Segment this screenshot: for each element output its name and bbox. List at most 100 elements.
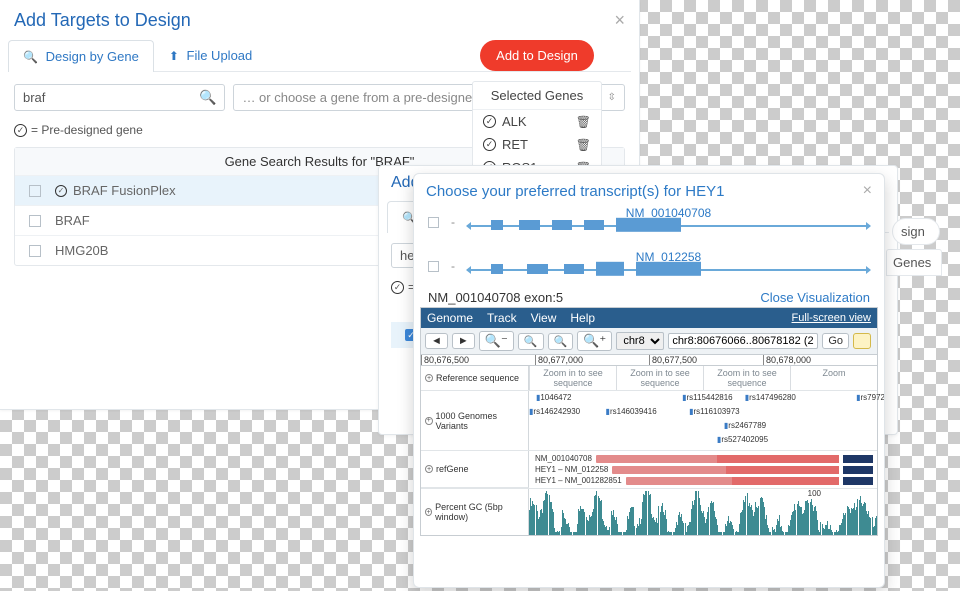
zoom-out-icon[interactable]: 🔍 xyxy=(518,333,544,350)
peek-design-button[interactable]: sign xyxy=(892,218,940,245)
gb-toolbar: ◄ ► 🔍⁻ 🔍 🔍 🔍⁺ chr8 Go xyxy=(421,328,877,355)
track-refgene: +refGene NM_001040708 HEY1 – NM_012258 H… xyxy=(421,451,877,489)
gene-name: ALK xyxy=(502,114,527,129)
variant-id: rs146039416 xyxy=(610,407,657,416)
check-circle-icon xyxy=(391,281,404,294)
gene-search-input[interactable] xyxy=(23,90,199,105)
refgene-id: HEY1 – NM_012258 xyxy=(535,465,608,474)
track-toggle-icon[interactable]: + xyxy=(425,465,433,473)
genome-browser: Genome Track View Help Full-screen view … xyxy=(420,307,878,536)
tab-label: Design by Gene xyxy=(46,49,139,64)
track-label-text: 1000 Genomes Variants xyxy=(436,411,524,431)
ruler-tick: 80,678,000 xyxy=(763,355,877,365)
viz-context-label: NM_001040708 exon:5 xyxy=(428,290,563,305)
track-toggle-icon[interactable]: + xyxy=(425,417,433,425)
tab-design-by-gene[interactable]: 🔍 Design by Gene xyxy=(8,40,154,72)
ruler-tick: 80,677,500 xyxy=(649,355,763,365)
check-circle-icon xyxy=(55,185,67,197)
search-icon[interactable]: 🔍 xyxy=(199,89,216,106)
refgene-id: HEY1 – NM_001282851 xyxy=(535,476,622,485)
zoom-in-big-icon[interactable]: 🔍⁺ xyxy=(577,331,612,351)
gb-menu-help[interactable]: Help xyxy=(570,311,595,325)
transcript-row[interactable]: - NM_012258 xyxy=(414,248,884,284)
track-label-text: Percent GC (5bp window) xyxy=(435,502,524,522)
refgene-id: NM_001040708 xyxy=(535,454,592,463)
track-label-text: refGene xyxy=(436,464,469,474)
transcript-row[interactable]: - NM_001040708 xyxy=(414,204,884,240)
chevron-updown-icon: ⇳ xyxy=(608,92,616,103)
upload-icon: ⬆ xyxy=(169,49,179,63)
trash-icon[interactable]: 🗑 xyxy=(576,138,591,152)
add-to-design-button[interactable]: Add to Design xyxy=(480,40,594,71)
zoom-msg: Zoom xyxy=(790,366,877,390)
track-label-text: Reference sequence xyxy=(436,373,519,383)
variant-id: 1046472 xyxy=(540,393,571,402)
zoom-msg: Zoom in to see sequence xyxy=(529,366,616,390)
check-circle-icon xyxy=(483,138,496,151)
zoom-out-big-icon[interactable]: 🔍⁻ xyxy=(479,331,514,351)
close-icon[interactable]: × xyxy=(614,10,625,31)
gene-search-input-wrap[interactable]: 🔍 xyxy=(14,84,225,111)
transcript-checkbox[interactable] xyxy=(428,217,439,228)
chrom-select[interactable]: chr8 xyxy=(616,332,664,350)
refgene-row: HEY1 – NM_001282851 xyxy=(531,475,843,486)
selected-genes-header: Selected Genes xyxy=(473,82,601,110)
refgene-row: HEY1 – NM_012258 xyxy=(531,464,843,475)
zoom-msg: Zoom in to see sequence xyxy=(703,366,790,390)
gb-menubar: Genome Track View Help Full-screen view xyxy=(421,308,877,328)
highlight-icon[interactable] xyxy=(853,333,871,349)
transcript-diagram: NM_001040708 xyxy=(467,208,870,236)
selected-gene-row: ALK 🗑 xyxy=(473,110,601,133)
result-name: BRAF FusionPlex xyxy=(73,183,176,198)
modal-title: Choose your preferred transcript(s) for … xyxy=(426,183,724,200)
variant-id: rs7972 xyxy=(861,393,885,402)
zoom-in-icon[interactable]: 🔍 xyxy=(548,333,574,350)
search-icon: 🔍 xyxy=(23,50,38,64)
transcript-checkbox[interactable] xyxy=(428,261,439,272)
go-button[interactable]: Go xyxy=(822,333,849,349)
close-icon[interactable]: × xyxy=(863,182,872,200)
location-input[interactable] xyxy=(668,333,818,349)
check-circle-icon xyxy=(14,124,27,137)
nav-back-button[interactable]: ◄ xyxy=(425,333,448,349)
variant-id: rs2467789 xyxy=(728,421,766,430)
track-toggle-icon[interactable]: + xyxy=(425,374,433,382)
variant-id: rs146242930 xyxy=(533,407,580,416)
close-visualization-link[interactable]: Close Visualization xyxy=(760,290,870,305)
result-name: HMG20B xyxy=(55,243,108,258)
ruler-tick: 80,676,500 xyxy=(421,355,535,365)
selected-gene-row: RET 🗑 xyxy=(473,133,601,156)
gb-menu-genome[interactable]: Genome xyxy=(427,311,473,325)
nav-fwd-button[interactable]: ► xyxy=(452,333,475,349)
variant-id: rs527402095 xyxy=(721,435,768,444)
gc-axis-100: 100 xyxy=(808,489,821,498)
row-checkbox[interactable] xyxy=(29,245,41,257)
check-circle-icon xyxy=(483,115,496,128)
variant-id: rs115442816 xyxy=(687,393,733,402)
legend-text: = Pre-designed gene xyxy=(31,123,143,137)
variant-id: rs116103973 xyxy=(693,407,739,416)
track-1000-genomes: +1000 Genomes Variants ▮1046472 ▮rs11544… xyxy=(421,391,877,451)
track-percent-gc: +Percent GC (5bp window) 100 xyxy=(421,489,877,535)
zoom-msg: Zoom in to see sequence xyxy=(616,366,703,390)
transcript-modal: Choose your preferred transcript(s) for … xyxy=(413,173,885,588)
gb-fullscreen-link[interactable]: Full-screen view xyxy=(792,312,871,324)
gb-menu-view[interactable]: View xyxy=(531,311,557,325)
gb-menu-track[interactable]: Track xyxy=(487,311,517,325)
trash-icon[interactable]: 🗑 xyxy=(576,115,591,129)
result-name: BRAF xyxy=(55,213,90,228)
track-reference-sequence: +Reference sequence Zoom in to see seque… xyxy=(421,366,877,391)
strand-indicator: - xyxy=(451,215,455,229)
gene-name: RET xyxy=(502,137,528,152)
track-toggle-icon[interactable]: + xyxy=(425,508,432,516)
strand-indicator: - xyxy=(451,259,455,273)
ruler-tick: 80,677,000 xyxy=(535,355,649,365)
row-checkbox[interactable] xyxy=(29,215,41,227)
transcript-diagram: NM_012258 xyxy=(467,252,870,280)
tab-label: File Upload xyxy=(187,48,253,63)
tab-file-upload[interactable]: ⬆ File Upload xyxy=(154,39,267,71)
gc-histogram: 100 xyxy=(529,489,877,535)
peek-selected-genes: Genes xyxy=(886,249,942,276)
gb-ruler: 80,676,500 80,677,000 80,677,500 80,678,… xyxy=(421,355,877,366)
row-checkbox[interactable] xyxy=(29,185,41,197)
